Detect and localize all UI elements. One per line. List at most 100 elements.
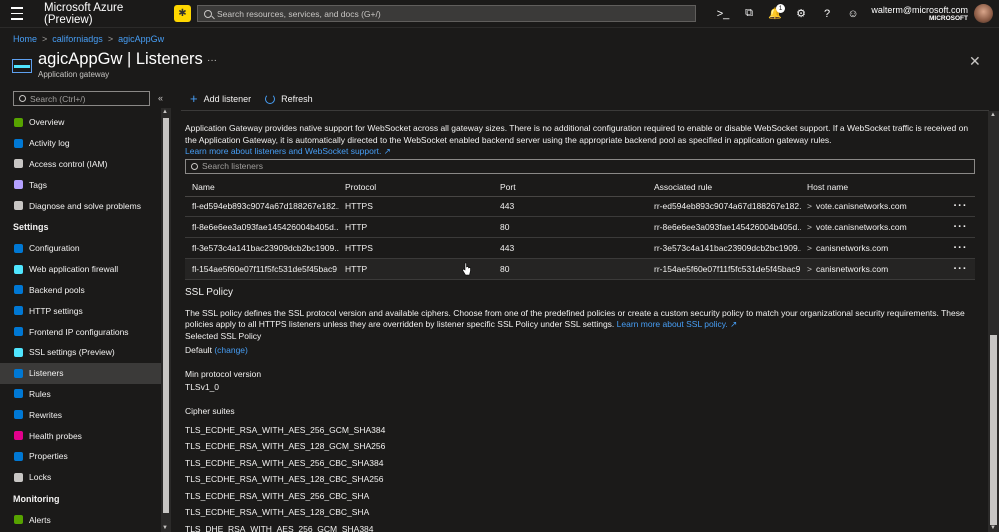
sidebar-item-tags[interactable]: Tags (0, 174, 161, 195)
breadcrumb-resource[interactable]: agicAppGw (118, 34, 164, 44)
sidebar-item-overview[interactable]: Overview (0, 112, 161, 133)
chevron-right-icon[interactable]: > (807, 222, 812, 232)
table-row[interactable]: fl-3e573c4a141bac23909dcb2bc1909... HTTPS… (185, 238, 975, 259)
cloud-shell-icon[interactable]: >_ (710, 0, 736, 28)
sidebar-item-label: Listeners (29, 368, 64, 379)
account-menu[interactable]: walterm@microsoft.com MICROSOFT (871, 5, 974, 22)
host-name-cell[interactable]: > vote.canisnetworks.com (801, 201, 946, 211)
row-more-options-icon[interactable]: ··· (946, 200, 975, 212)
column-header-host[interactable]: Host name (801, 182, 946, 192)
sidebar-item-listeners[interactable]: Listeners (0, 362, 161, 384)
host-name-cell[interactable]: > canisnetworks.com (801, 243, 946, 253)
sidebar-item-activity-log[interactable]: Activity log (0, 133, 161, 154)
menu-icon[interactable] (0, 0, 34, 28)
directory-filter-icon[interactable]: ⧉ (736, 0, 762, 28)
sidebar-item-icon (14, 306, 23, 316)
portal-brand[interactable]: Microsoft Azure (Preview) (34, 2, 172, 26)
sidebar-item-backend-pools[interactable]: Backend pools (0, 280, 161, 301)
listener-search-input[interactable]: Search listeners (185, 158, 975, 174)
selected-ssl-policy: Default (change) (185, 345, 988, 355)
sidebar-item-icon (14, 451, 23, 461)
row-more-options-icon[interactable]: ··· (946, 242, 975, 254)
global-search-input[interactable]: Search resources, services, and docs (G+… (197, 5, 696, 22)
sidebar-item-http-settings[interactable]: HTTP settings (0, 300, 161, 321)
sidebar-item-label: Alerts (29, 514, 51, 525)
sidebar-item-configuration[interactable]: Configuration (0, 238, 161, 259)
sidebar-item-label: Overview (29, 117, 65, 128)
more-options-icon[interactable]: ··· (207, 55, 217, 66)
change-ssl-policy-link[interactable]: (change) (214, 345, 248, 355)
column-header-rule[interactable]: Associated rule (647, 182, 801, 192)
scroll-up-icon[interactable]: ▲ (162, 109, 168, 115)
port-cell: 443 (500, 201, 515, 212)
main-scrollbar-thumb[interactable] (990, 335, 997, 525)
host-name-cell[interactable]: > vote.canisnetworks.com (801, 222, 946, 232)
chevron-right-icon[interactable]: > (807, 264, 812, 274)
chevron-right-icon[interactable]: > (807, 243, 812, 253)
column-header-protocol[interactable]: Protocol (339, 182, 493, 192)
bug-icon[interactable]: ✱ (174, 5, 191, 22)
table-row[interactable]: fl-154ae5f60e07f11f5fc531de5f45bac9 HTTP 8… (185, 258, 975, 280)
host-name-cell[interactable]: > canisnetworks.com (801, 264, 946, 274)
ssl-learn-more-link[interactable]: Learn more about SSL policy. ↗ (617, 319, 738, 329)
sidebar-item-health-probes[interactable]: Health probes (0, 425, 161, 446)
avatar[interactable] (974, 4, 993, 23)
settings-gear-icon[interactable]: ⚙ (788, 0, 814, 28)
sidebar-item-label: Tags (29, 179, 47, 190)
listener-name-cell[interactable]: fl-3e573c4a141bac23909dcb2bc1909... (185, 243, 339, 253)
protocol-cell: HTTPS (345, 201, 373, 212)
sidebar-item-icon (14, 389, 23, 399)
selected-ssl-policy-label: Selected SSL Policy (185, 330, 262, 341)
breadcrumb-resource-group[interactable]: californiadgs (52, 34, 103, 44)
refresh-button[interactable]: Refresh (265, 93, 313, 104)
cipher-suites-label: Cipher suites (185, 405, 235, 416)
list-item: TLS_ECDHE_RSA_WITH_AES_256_CBC_SHA (185, 490, 370, 501)
listener-name-cell[interactable]: fl-ed594eb893c9074a67d188267e182... (185, 201, 339, 211)
min-protocol-value: TLSv1_0 (185, 381, 220, 392)
sidebar-item-web-application-firewall[interactable]: Web application firewall (0, 259, 161, 280)
column-header-name[interactable]: Name (185, 182, 339, 192)
main-scrollbar[interactable]: ▲ ▼ (988, 111, 999, 532)
sidebar-item-frontend-ip-configurations[interactable]: Frontend IP configurations (0, 321, 161, 342)
scroll-up-icon[interactable]: ▲ (990, 112, 996, 118)
sidebar-item-properties[interactable]: Properties (0, 446, 161, 467)
sidebar-item-rewrites[interactable]: Rewrites (0, 404, 161, 425)
notification-badge: 1 (776, 3, 785, 13)
chevron-right-icon[interactable]: > (807, 201, 812, 211)
sidebar-item-ssl-settings-preview[interactable]: SSL settings (Preview) (0, 342, 161, 363)
listener-name-cell[interactable]: fl-154ae5f60e07f11f5fc531de5f45bac9 (185, 264, 339, 274)
nav-section-settings: Settings (13, 221, 49, 232)
nav-search-input[interactable]: Search (Ctrl+/) (13, 91, 150, 106)
nav-scrollbar-thumb[interactable] (163, 118, 169, 513)
sidebar-item-rules[interactable]: Rules (0, 384, 161, 405)
sidebar-item-alerts[interactable]: Alerts (0, 510, 161, 531)
breadcrumb-home[interactable]: Home (13, 34, 37, 44)
nav-scrollbar[interactable]: ▲ ▼ (161, 108, 171, 532)
add-listener-button[interactable]: + Add listener (190, 92, 251, 105)
listener-search-placeholder: Search listeners (202, 161, 263, 171)
protocol-cell: HTTP (345, 222, 368, 233)
plus-icon: + (190, 91, 198, 106)
feedback-icon[interactable]: ☺ (840, 0, 866, 28)
sidebar-item-locks[interactable]: Locks (0, 467, 161, 488)
sidebar-item-diagnose-and-solve-problems[interactable]: Diagnose and solve problems (0, 195, 161, 216)
search-icon (19, 95, 26, 102)
cipher-suites-list: TLS_ECDHE_RSA_WITH_AES_256_GCM_SHA384 TLS… (185, 422, 988, 532)
row-more-options-icon[interactable]: ··· (946, 221, 975, 233)
collapse-nav-icon[interactable]: « (158, 93, 163, 103)
table-row[interactable]: fl-8e6e6ee3a093fae145426004b405d... HTTP 8… (185, 217, 975, 239)
scroll-down-icon[interactable]: ▼ (990, 525, 996, 531)
search-icon (204, 9, 212, 18)
help-icon[interactable]: ? (814, 0, 840, 28)
row-more-options-icon[interactable]: ··· (946, 263, 975, 275)
user-org: MICROSOFT (929, 15, 968, 22)
listener-name-cell[interactable]: fl-8e6e6ee3a093fae145426004b405d... (185, 222, 339, 232)
column-header-port[interactable]: Port (493, 182, 647, 192)
table-row[interactable]: fl-ed594eb893c9074a67d188267e182... HTTPS… (185, 197, 975, 218)
host-name-text: vote.canisnetworks.com (815, 201, 907, 212)
notifications-icon[interactable]: 🔔 1 (762, 0, 788, 28)
websocket-learn-more-link[interactable]: Learn more about listeners and WebSocket… (185, 146, 391, 156)
close-icon[interactable]: ✕ (969, 53, 981, 70)
scroll-down-icon[interactable]: ▼ (162, 525, 168, 531)
sidebar-item-access-control-iam[interactable]: Access control (IAM) (0, 154, 161, 175)
